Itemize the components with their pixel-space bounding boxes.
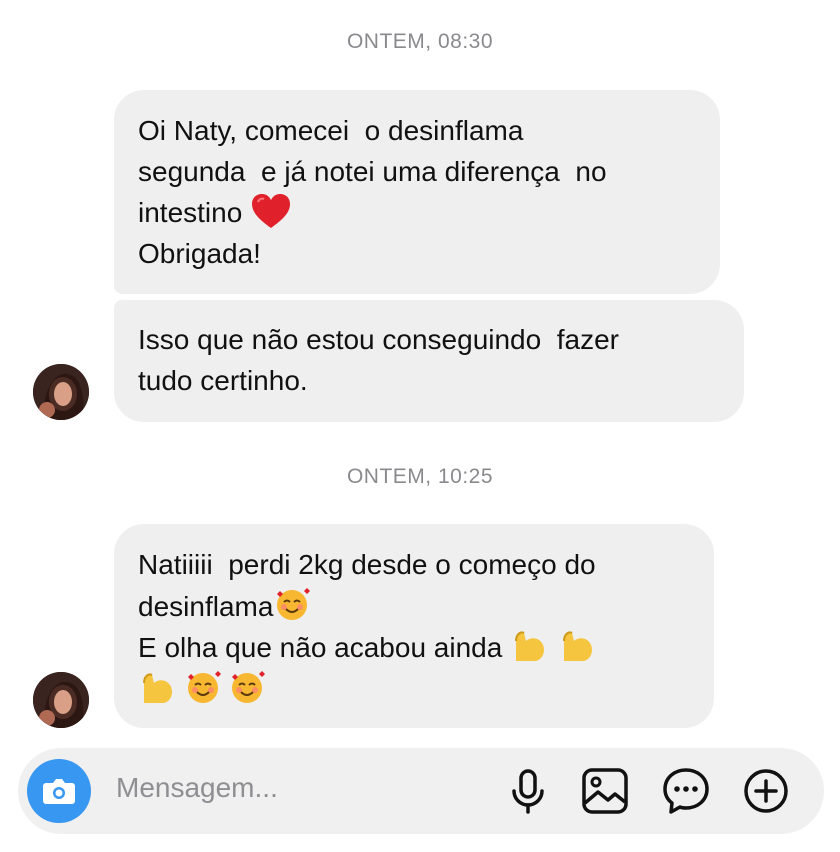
gallery-button[interactable] xyxy=(579,765,631,817)
camera-button[interactable] xyxy=(27,759,91,823)
sticker-button[interactable] xyxy=(660,765,712,817)
avatar-photo-icon xyxy=(33,672,89,728)
timestamp: ONTEM, 10:25 xyxy=(346,465,494,488)
message-line: Oi Naty, comecei o desinflama xyxy=(138,115,524,146)
message-line: segunda e já notei uma diferença no xyxy=(138,155,607,187)
avatar[interactable] xyxy=(33,364,89,420)
message-line: Obrigada! xyxy=(138,237,261,269)
heart-emoji-icon xyxy=(252,194,291,228)
message-line: Isso que não estou conseguindo fazer xyxy=(138,324,620,355)
timestamp: ONTEM, 08:30 xyxy=(346,30,494,53)
sticker-icon xyxy=(663,768,709,814)
message-bubble[interactable]: Oi Naty, comecei o desinflama segunda e … xyxy=(114,90,720,294)
microphone-icon xyxy=(512,769,544,814)
avatar[interactable] xyxy=(33,672,89,728)
camera-icon xyxy=(43,779,75,804)
message-input[interactable]: Mensagem... xyxy=(116,772,278,804)
message-line: E olha que não acabou ainda xyxy=(138,632,511,663)
smiling-hearts-emoji-icon xyxy=(232,670,265,703)
message-line: tudo certinho. xyxy=(138,364,308,396)
plus-icon xyxy=(744,769,788,813)
add-button[interactable] xyxy=(740,765,792,817)
smiling-hearts-emoji-icon xyxy=(188,670,221,703)
message-line: desinflama xyxy=(138,590,274,622)
flexed-biceps-emoji-icon xyxy=(563,631,593,661)
message-bubble[interactable]: Isso que não estou conseguindo fazer tud… xyxy=(114,300,744,422)
smiling-hearts-emoji-icon xyxy=(277,587,311,620)
avatar-photo-icon xyxy=(33,364,89,420)
message-composer: Mensagem... xyxy=(18,748,824,834)
flexed-biceps-emoji-icon xyxy=(515,631,545,661)
message-line: intestino xyxy=(138,197,251,228)
microphone-button[interactable] xyxy=(502,765,554,817)
gallery-icon xyxy=(582,768,628,814)
flexed-biceps-emoji-icon xyxy=(143,673,172,703)
message-line: Natiiiii perdi 2kg desde o começo do xyxy=(138,549,596,580)
message-bubble[interactable]: Natiiiii perdi 2kg desde o começo do des… xyxy=(114,524,714,728)
